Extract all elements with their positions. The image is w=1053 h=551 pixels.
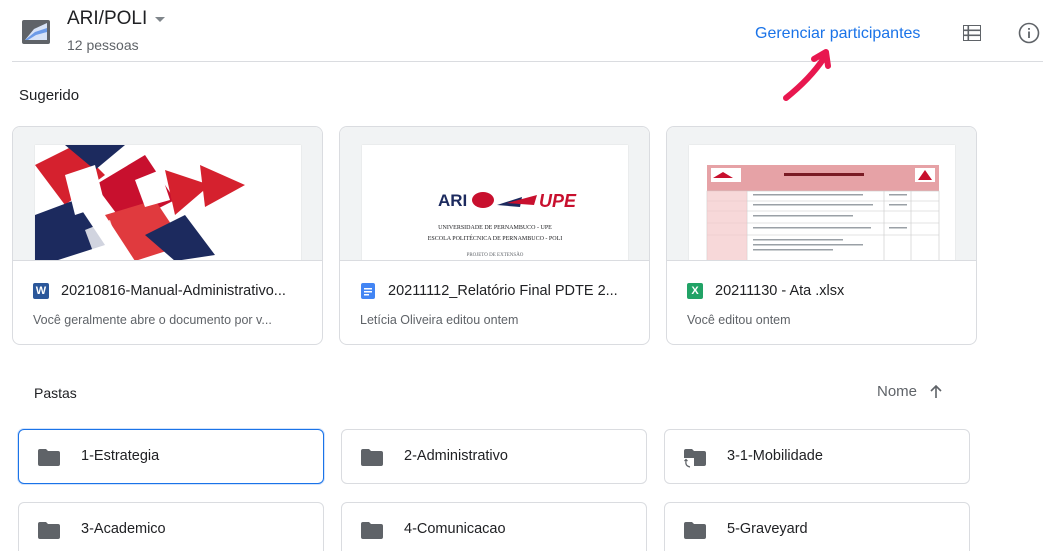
file-activity: Você editou ontem bbox=[687, 313, 791, 327]
file-thumbnail: ARI UPE UNIVERSIDADE DE PERNAMBUCO - UPE… bbox=[362, 145, 628, 260]
sort-label: Nome bbox=[877, 383, 918, 400]
folder-item[interactable]: 1-Estrategia bbox=[18, 429, 324, 484]
folder-item[interactable]: 3-1-Mobilidade bbox=[664, 429, 970, 484]
list-view-icon[interactable] bbox=[963, 25, 981, 41]
sort-by-name-button[interactable]: Nome bbox=[877, 383, 942, 400]
file-activity: Letícia Oliveira editou ontem bbox=[360, 313, 519, 327]
file-thumbnail-area: ARI UPE UNIVERSIDADE DE PERNAMBUCO - UPE… bbox=[340, 127, 649, 261]
drive-header: ARI/POLI 12 pessoas Gerenciar participan… bbox=[0, 0, 1053, 62]
folder-icon bbox=[38, 449, 60, 466]
thumb-logo-upe: UPE bbox=[539, 191, 577, 211]
folder-name: 1-Estrategia bbox=[81, 448, 160, 464]
drive-name: ARI/POLI bbox=[67, 8, 148, 29]
file-thumbnail-area bbox=[667, 127, 976, 261]
folder-icon bbox=[684, 522, 706, 539]
suggested-file-card[interactable]: ARI UPE UNIVERSIDADE DE PERNAMBUCO - UPE… bbox=[339, 126, 650, 345]
thumb-logo-ari: ARI bbox=[438, 191, 467, 210]
drive-name-selector[interactable]: ARI/POLI bbox=[67, 8, 166, 30]
folder-name: 2-Administrativo bbox=[404, 448, 508, 464]
folder-item[interactable]: 4-Comunicacao bbox=[341, 502, 647, 551]
word-doc-icon: W bbox=[33, 283, 49, 299]
folder-shortcut-icon bbox=[684, 449, 706, 469]
header-divider bbox=[12, 61, 1043, 62]
drive-members-count: 12 pessoas bbox=[67, 37, 139, 53]
info-icon[interactable] bbox=[1018, 22, 1040, 44]
suggested-file-card[interactable]: W 20210816-Manual-Administrativo... Você… bbox=[12, 126, 323, 345]
arrow-up-icon bbox=[930, 384, 942, 398]
file-activity: Você geralmente abre o documento por v..… bbox=[33, 313, 272, 327]
folder-name: 5-Graveyard bbox=[727, 521, 808, 537]
shared-drive-icon bbox=[22, 20, 50, 44]
folder-icon bbox=[361, 449, 383, 466]
folder-item[interactable]: 2-Administrativo bbox=[341, 429, 647, 484]
file-thumbnail bbox=[689, 145, 955, 260]
folder-item[interactable]: 5-Graveyard bbox=[664, 502, 970, 551]
file-name: 20210816-Manual-Administrativo... bbox=[61, 283, 286, 299]
thumb-line-3: PROJETO DE EXTENSÃO bbox=[467, 252, 524, 258]
thumb-line-2: ESCOLA POLITÉCNICA DE PERNAMBUCO - POLI bbox=[428, 234, 563, 242]
folder-icon bbox=[38, 522, 60, 539]
folder-name: 3-1-Mobilidade bbox=[727, 448, 823, 464]
suggested-file-card[interactable]: X 20211130 - Ata .xlsx Você editou ontem bbox=[666, 126, 977, 345]
annotation-arrow-icon bbox=[783, 49, 831, 101]
google-docs-icon bbox=[361, 283, 375, 299]
thumb-line-1: UNIVERSIDADE DE PERNAMBUCO - UPE bbox=[438, 225, 552, 231]
manage-members-link[interactable]: Gerenciar participantes bbox=[755, 25, 920, 43]
excel-sheet-icon: X bbox=[687, 283, 703, 299]
folder-name: 4-Comunicacao bbox=[404, 521, 506, 537]
folder-item[interactable]: 3-Academico bbox=[18, 502, 324, 551]
folder-name: 3-Academico bbox=[81, 521, 166, 537]
suggested-section-label: Sugerido bbox=[19, 87, 80, 104]
folder-icon bbox=[361, 522, 383, 539]
file-name: 20211112_Relatório Final PDTE 2... bbox=[388, 283, 618, 299]
dropdown-caret-icon bbox=[155, 16, 166, 22]
folders-section-label: Pastas bbox=[34, 385, 77, 401]
file-thumbnail bbox=[35, 145, 301, 260]
file-name: 20211130 - Ata .xlsx bbox=[715, 283, 845, 299]
file-thumbnail-area bbox=[13, 127, 322, 261]
